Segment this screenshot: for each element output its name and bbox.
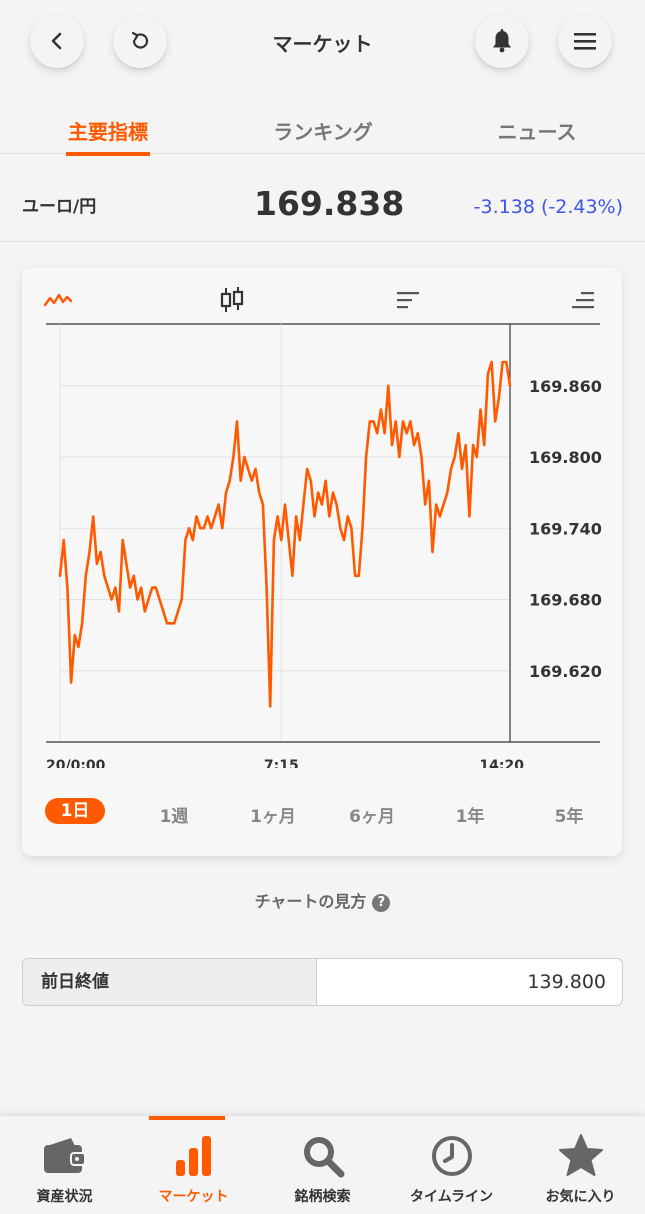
market-tabs: 主要指標 ランキング ニュース	[0, 104, 645, 156]
price-line-chart[interactable]: 169.620 169.680 169.740 169.800 169.860 20/0:…	[22, 268, 622, 768]
bell-icon	[493, 29, 511, 53]
bottom-navigation: 資産状況 マーケット 銘柄検索 タイムライン お気に入り	[0, 1116, 645, 1214]
previous-close-value: 139.800	[527, 971, 606, 993]
period-5years[interactable]: 5年	[539, 802, 599, 827]
notification-button[interactable]	[475, 14, 529, 68]
y-tick-label: 169.620	[529, 662, 602, 681]
nav-market-label: マーケット	[158, 1189, 229, 1205]
y-tick-label: 169.740	[529, 519, 602, 538]
rate-summary: ユーロ/円 169.838 -3.138 (-2.43%)	[0, 154, 645, 242]
y-tick-label: 169.800	[529, 448, 602, 467]
chart-card: 169.620 169.680 169.740 169.800 169.860 20/0:…	[22, 268, 622, 856]
y-tick-label: 169.680	[529, 591, 602, 610]
previous-close-label: 前日終値	[23, 959, 317, 1005]
period-1month[interactable]: 1ヶ月	[243, 802, 303, 827]
currency-pair: ユーロ/円	[22, 197, 97, 217]
page-title: マーケット	[272, 32, 373, 56]
clock-icon	[431, 1136, 472, 1176]
wallet-icon	[43, 1138, 86, 1173]
nav-timeline-label: タイムライン	[409, 1189, 494, 1205]
period-6months[interactable]: 6ヶ月	[342, 802, 402, 827]
nav-favorites[interactable]: お気に入り	[516, 1116, 645, 1214]
x-tick-label: 20/0:00	[46, 758, 106, 768]
period-1day[interactable]: 1日	[45, 798, 105, 824]
current-price: 169.838	[254, 184, 405, 223]
tab-news[interactable]: ニュース	[477, 116, 597, 145]
bar-chart-icon	[175, 1136, 211, 1176]
price-series-line	[58, 360, 512, 708]
previous-close-row: 前日終値 139.800	[22, 958, 623, 1006]
chart-help-link[interactable]: チャートの見方?	[0, 888, 645, 912]
period-selector: 1日 1週 1ヶ月 6ヶ月 1年 5年	[22, 798, 622, 832]
x-tick-label: 14:20	[479, 758, 524, 768]
nav-favorites-label: お気に入り	[545, 1189, 616, 1205]
nav-assets-label: 資産状況	[36, 1189, 93, 1205]
menu-icon	[574, 33, 596, 50]
period-1week[interactable]: 1週	[144, 802, 204, 827]
nav-market[interactable]: マーケット	[129, 1116, 258, 1214]
app-header: マーケット	[0, 0, 645, 86]
period-1year[interactable]: 1年	[440, 802, 500, 827]
star-icon	[558, 1134, 603, 1176]
y-tick-label: 169.860	[529, 377, 602, 396]
x-tick-label: 7:15	[264, 758, 299, 768]
tab-major-indicators[interactable]: 主要指標	[48, 116, 168, 145]
menu-button[interactable]	[558, 14, 612, 68]
nav-search[interactable]: 銘柄検索	[258, 1116, 387, 1214]
search-icon	[303, 1137, 344, 1178]
nav-search-label: 銘柄検索	[294, 1189, 351, 1205]
nav-timeline[interactable]: タイムライン	[387, 1116, 516, 1214]
chart-help-text: チャートの見方	[254, 892, 367, 911]
nav-assets[interactable]: 資産状況	[0, 1116, 129, 1214]
help-icon: ?	[372, 894, 391, 912]
price-change: -3.138 (-2.43%)	[473, 196, 623, 218]
tab-ranking[interactable]: ランキング	[253, 116, 393, 145]
